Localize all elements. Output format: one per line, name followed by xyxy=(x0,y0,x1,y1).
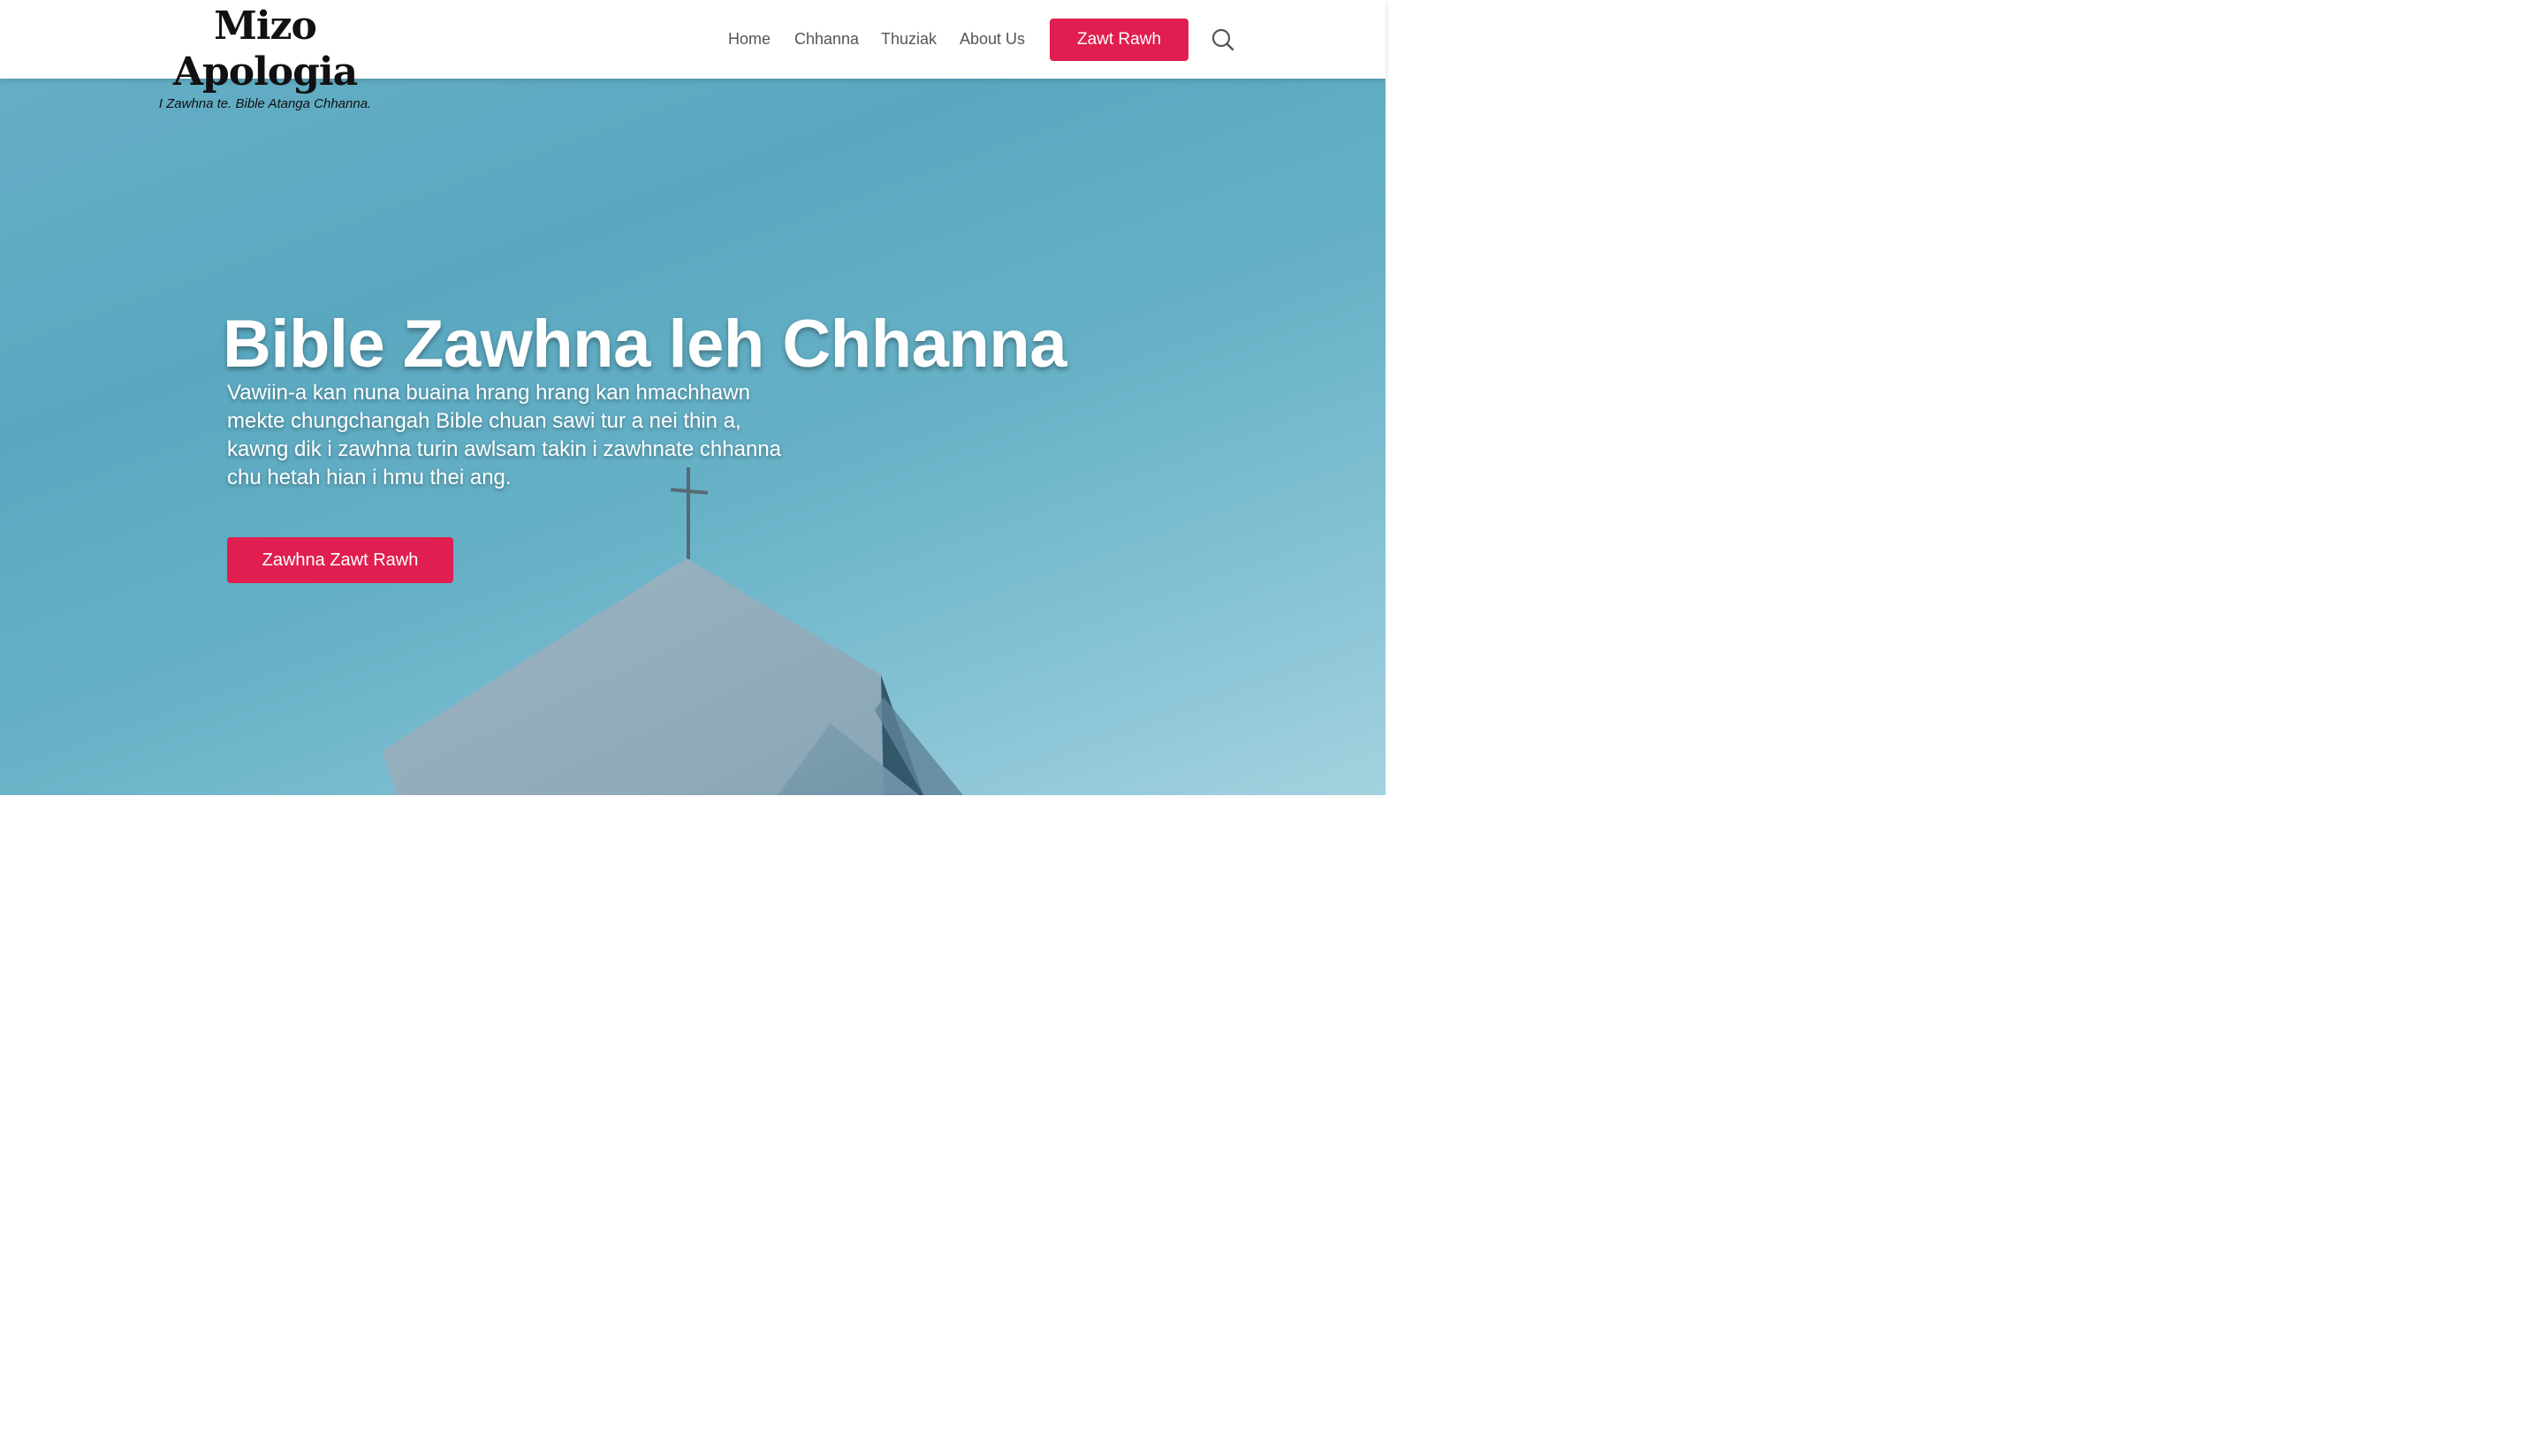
site-header: Mizo Apologia I Zawhna te. Bible Atanga … xyxy=(0,0,1386,111)
nav-item-chhanna[interactable]: Chhanna xyxy=(794,27,859,51)
site-tagline: I Zawhna te. Bible Atanga Chhanna. xyxy=(158,96,372,111)
ask-question-hero-button[interactable]: Zawhna Zawt Rawh xyxy=(227,537,453,583)
hero-title: Bible Zawhna leh Chhanna xyxy=(223,306,1067,382)
nav-item-about-us[interactable]: About Us xyxy=(960,27,1025,51)
site-title[interactable]: Mizo Apologia xyxy=(133,4,398,95)
nav-item-home[interactable]: Home xyxy=(728,27,771,51)
search-icon[interactable] xyxy=(1211,27,1235,52)
site-logo[interactable]: Mizo Apologia I Zawhna te. Bible Atanga … xyxy=(133,4,398,112)
hero-subtitle: Vawiin-a kan nuna buaina hrang hrang kan… xyxy=(227,381,782,489)
ask-question-button[interactable]: Zawt Rawh xyxy=(1050,19,1188,61)
hero-section: Bible Zawhna leh Chhanna Vawiin-a kan nu… xyxy=(0,79,1386,795)
nav-item-thuziak[interactable]: Thuziak xyxy=(881,27,937,51)
